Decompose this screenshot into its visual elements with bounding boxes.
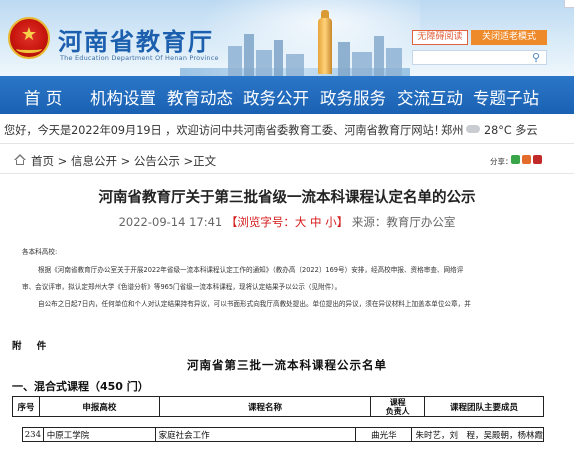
- course-table: 234 中原工学院 家庭社会工作 曲光华 朱时艺，刘 程，吴殿朝，杨林霞: [22, 427, 544, 442]
- breadcrumb: 首页 > 信息公开 > 公告公示 >正文 分享：: [0, 146, 574, 174]
- weather-city: 郑州: [441, 124, 464, 137]
- weather-temperature: 28°C 多云: [484, 124, 538, 137]
- table-row: 234 中原工学院 家庭社会工作 曲光华 朱时艺，刘 程，吴殿朝，杨林霞: [22, 427, 544, 442]
- skyline-building: [244, 34, 254, 76]
- table-cell-team: 朱时艺，刘 程，吴殿朝，杨林霞: [411, 427, 544, 442]
- skyline-building: [338, 42, 350, 76]
- skyline-building: [228, 46, 242, 76]
- wechat-share-icon[interactable]: [511, 155, 520, 164]
- article-source: 来源：教育厅办公室: [351, 215, 456, 229]
- accessible-reading-button[interactable]: 无障碍阅读: [412, 30, 468, 45]
- column-header: 申报高校: [38, 396, 160, 417]
- attachment-label: 附 件: [12, 341, 53, 352]
- table-cell-university: 中原工学院: [42, 427, 156, 442]
- header-banner: ★ 河南省教育厅 The Education Department Of Hen…: [0, 0, 574, 76]
- nav-item-interaction[interactable]: 交流互动: [397, 85, 463, 109]
- column-header: 课程团队主要成员: [424, 396, 544, 417]
- course-table-header: 序号 申报高校 课程名称 课程 负责人 课程团队主要成员: [12, 396, 544, 417]
- content-divider: [0, 314, 574, 324]
- welcome-bar: 您好，今天是2022年09月19日 ，欢迎访问中共河南省委教育工委、河南省教育厅…: [0, 114, 574, 144]
- article-salutation: 各本科高校:: [22, 248, 58, 256]
- table-cell-course: 家庭社会工作: [154, 427, 357, 442]
- landmark-tower: [318, 18, 332, 74]
- qzone-share-icon[interactable]: [533, 155, 542, 164]
- national-emblem-icon[interactable]: ★: [8, 17, 50, 59]
- skyline-building: [256, 50, 272, 76]
- skyline-building: [352, 52, 372, 76]
- article-paragraph-line: 审、会议评审，拟认定郑州大学《色谱分析》等965门省级一流本科课程，现将认定结果…: [22, 283, 342, 291]
- skyline-building: [286, 54, 304, 76]
- search-icon[interactable]: ⚲: [528, 51, 544, 64]
- cloud-icon: [466, 125, 480, 133]
- column-header: 课程 负责人: [370, 396, 426, 417]
- table-cell-leader: 曲光华: [355, 427, 413, 442]
- column-header: 序号: [12, 396, 40, 417]
- attachment-title: 河南省第三批一流本科课程公示名单: [187, 358, 387, 372]
- nav-item-home[interactable]: 首 页: [24, 85, 62, 109]
- elder-mode-toggle-button[interactable]: 关闭适老模式: [471, 30, 547, 45]
- search-input[interactable]: [412, 50, 547, 65]
- main-nav: 首 页 机构设置 教育动态 政务公开 政务服务 交流互动 专题子站: [0, 76, 574, 114]
- site-subtitle: The Education Department Of Henan Provin…: [60, 54, 219, 62]
- nav-item-organization[interactable]: 机构设置: [90, 85, 156, 109]
- font-size-selector[interactable]: 【浏览字号：大 中 小】: [226, 215, 348, 229]
- weibo-share-icon[interactable]: [522, 155, 531, 164]
- share-label: 分享：: [490, 157, 513, 166]
- window-corner: [564, 0, 574, 8]
- skyline-building: [274, 40, 283, 76]
- article-date: 2022-09-14 17:41: [118, 215, 223, 229]
- nav-item-topics[interactable]: 专题子站: [473, 85, 539, 109]
- home-icon[interactable]: [14, 154, 26, 166]
- site-title[interactable]: 河南省教育厅: [58, 22, 214, 57]
- article-meta: 2022-09-14 17:41 【浏览字号：大 中 小】 来源：教育厅办公室: [0, 214, 574, 230]
- column-header: 课程名称: [158, 396, 372, 417]
- article-title: 河南省教育厅关于第三批省级一流本科课程认定名单的公示: [98, 190, 476, 206]
- breadcrumb-path[interactable]: 首页 > 信息公开 > 公告公示 >正文: [31, 153, 216, 169]
- nav-item-gov-affairs[interactable]: 政务公开: [243, 85, 309, 109]
- article-paragraph-line: 根据《河南省教育厅办公室关于开展2022年省级一流本科课程认定工作的通知》（教办…: [38, 266, 464, 274]
- section-title: 一、混合式课程（450 门）: [12, 380, 149, 393]
- welcome-text: 您好，今天是2022年09月19日 ，欢迎访问中共河南省委教育工委、河南省教育厅…: [4, 124, 445, 137]
- skyline-building: [386, 48, 402, 76]
- nav-item-gov-services[interactable]: 政务服务: [320, 85, 386, 109]
- skyline-building: [374, 36, 384, 76]
- nav-item-news[interactable]: 教育动态: [167, 85, 233, 109]
- article-paragraph-line: 自公布之日起7日内，任何单位和个人对认定结果持有异议，可以书面形式向我厅高教处提…: [38, 300, 471, 308]
- table-cell-index: 234: [22, 427, 44, 442]
